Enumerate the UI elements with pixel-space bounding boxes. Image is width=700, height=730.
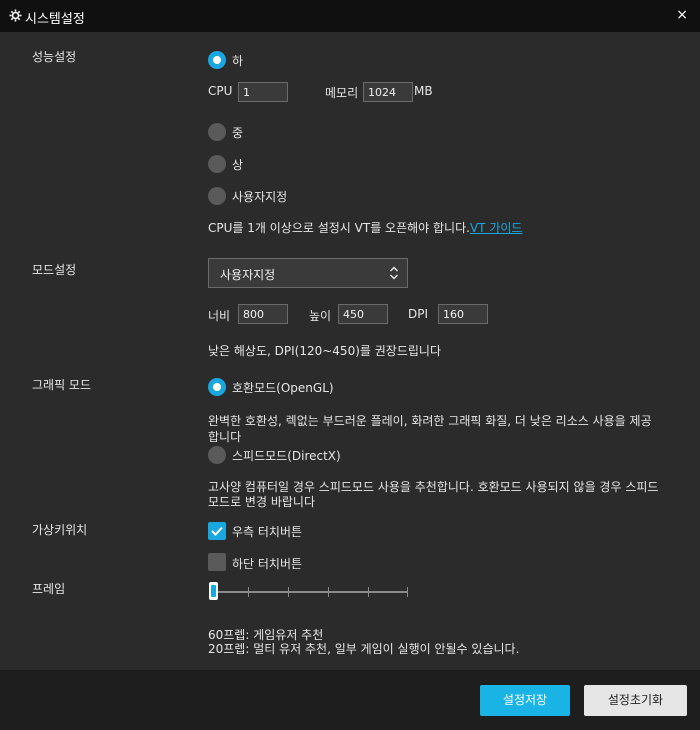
performance-custom-radio[interactable]: [208, 187, 226, 205]
frame-slider-track[interactable]: [213, 591, 408, 593]
performance-medium-radio[interactable]: [208, 123, 226, 141]
cpu-label: CPU: [208, 84, 233, 98]
height-input[interactable]: [338, 304, 388, 324]
width-label: 너비: [208, 309, 231, 323]
performance-section-label: 성능설정: [32, 50, 77, 64]
close-icon[interactable]: ×: [676, 7, 688, 23]
bottom-touch-label: 하단 터치버튼: [232, 557, 303, 571]
slider-tick: [288, 587, 289, 597]
graphics-opengl-radio[interactable]: [208, 378, 226, 396]
width-input[interactable]: [238, 304, 288, 324]
vt-guide-link[interactable]: VT 가이드: [470, 221, 522, 235]
graphics-directx-label: 스피드모드(DirectX): [232, 449, 341, 463]
bottom-touch-checkbox[interactable]: [208, 553, 226, 571]
title-bar: 시스템설정 ×: [0, 0, 700, 32]
window-title: 시스템설정: [25, 12, 85, 27]
performance-low-label: 하: [232, 54, 244, 68]
performance-custom-label: 사용자지정: [232, 190, 288, 204]
vt-note: CPU를 1개 이상으로 설정시 VT를 오픈해야 합니다.VT 가이드: [208, 219, 522, 236]
graphics-directx-radio[interactable]: [208, 446, 226, 464]
height-label: 높이: [309, 309, 332, 323]
opengl-desc-line1: 완벽한 호환성, 렉없는 부드러운 플레이, 화려한 그래픽 화질, 더 낮은 …: [208, 414, 652, 428]
graphics-section-label: 그래픽 모드: [32, 378, 92, 392]
frame-slider-handle[interactable]: [209, 582, 218, 600]
memory-input[interactable]: [363, 82, 413, 102]
checkmark-icon: [211, 526, 223, 536]
reset-settings-button[interactable]: 설정초기화: [584, 685, 687, 716]
memory-unit: MB: [414, 84, 433, 98]
graphics-opengl-label: 호환모드(OpenGL): [232, 381, 334, 395]
directx-desc-line2: 모드로 변경 바랍니다: [208, 495, 315, 509]
memory-label: 메모리: [325, 86, 359, 100]
slider-tick: [328, 587, 329, 597]
cpu-input[interactable]: [238, 82, 288, 102]
vt-note-text: CPU를 1개 이상으로 설정시 VT를 오픈해야 합니다.: [208, 221, 470, 235]
virtual-key-section-label: 가상키위치: [32, 523, 88, 537]
frame-section-label: 프레임: [32, 582, 66, 596]
right-touch-label: 우측 터치버튼: [232, 525, 303, 539]
opengl-desc-line2: 합니다: [208, 430, 242, 444]
dpi-input[interactable]: [438, 304, 488, 324]
mode-section-label: 모드설정: [32, 263, 77, 277]
right-touch-checkbox[interactable]: [208, 522, 226, 540]
frame-note-20: 20프렙: 멀티 유저 추천, 일부 게임이 실행이 안될수 있습니다.: [208, 642, 520, 656]
resolution-note: 낮은 해상도, DPI(120~450)를 권장드립니다: [208, 344, 441, 358]
slider-tick: [407, 587, 408, 597]
slider-tick: [368, 587, 369, 597]
mode-select[interactable]: 사용자지정: [208, 258, 408, 288]
save-settings-button[interactable]: 설정저장: [480, 685, 570, 716]
performance-high-radio[interactable]: [208, 155, 226, 173]
performance-high-label: 상: [232, 158, 244, 172]
gear-icon: [9, 9, 22, 22]
slider-tick: [248, 587, 249, 597]
performance-low-radio[interactable]: [208, 51, 226, 69]
dpi-label: DPI: [408, 307, 429, 321]
performance-medium-label: 중: [232, 126, 244, 140]
chevron-updown-icon: [389, 266, 399, 280]
mode-select-value: 사용자지정: [220, 268, 276, 282]
